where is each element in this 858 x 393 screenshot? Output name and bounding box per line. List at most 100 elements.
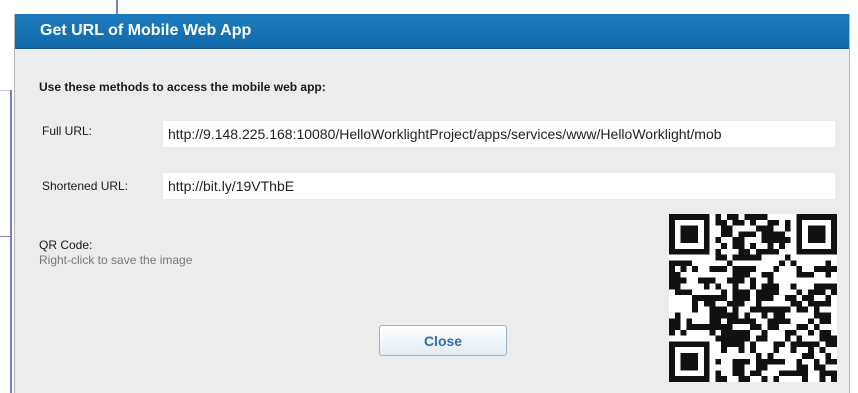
qr-module: [796, 271, 803, 278]
qr-module: [767, 306, 774, 313]
qr-module: [744, 335, 751, 342]
qr-module: [767, 318, 774, 325]
qr-module: [755, 335, 762, 342]
qr-module: [674, 341, 681, 348]
qr-module: [825, 318, 832, 325]
qr-module: [761, 376, 768, 382]
close-button[interactable]: Close: [379, 325, 507, 356]
qr-module: [703, 219, 710, 226]
qr-module: [709, 312, 716, 319]
qr-module: [802, 341, 809, 348]
qr-module: [697, 214, 704, 220]
qr-module: [831, 231, 837, 238]
qr-module: [703, 358, 710, 365]
qr-module: [767, 231, 774, 238]
qr-module: [819, 225, 826, 232]
qr-module: [703, 283, 710, 290]
qr-module: [750, 254, 756, 261]
qr-module: [790, 370, 797, 377]
qr-module: [761, 231, 768, 238]
qr-module: [669, 364, 675, 371]
qr-module: [738, 248, 745, 255]
qr-module: [808, 353, 814, 359]
qr-module: [796, 335, 803, 342]
qr-module: [680, 237, 687, 243]
qr-module: [773, 306, 780, 313]
qr-module: [825, 214, 832, 220]
qr-module: [715, 324, 722, 330]
qr-module: [773, 219, 780, 226]
qr-module: [750, 266, 756, 272]
qr-module: [744, 248, 751, 255]
qr-code-image[interactable]: [669, 214, 837, 382]
qr-module: [692, 214, 698, 220]
qr-module: [773, 231, 780, 238]
qr-module: [750, 219, 756, 226]
qr-module: [808, 237, 814, 243]
qr-module: [813, 300, 820, 307]
short-url-label: Shortened URL:: [42, 179, 129, 193]
qr-module: [813, 312, 820, 319]
qr-module: [669, 266, 675, 272]
background-window-edge: [10, 90, 12, 393]
qr-module: [813, 341, 820, 348]
qr-module: [709, 266, 716, 272]
qr-module: [767, 324, 774, 330]
qr-module: [721, 324, 727, 330]
qr-module: [767, 271, 774, 278]
qr-module: [669, 277, 675, 284]
qr-module: [738, 335, 745, 342]
qr-module: [738, 347, 745, 354]
qr-module: [790, 295, 797, 301]
qr-module: [819, 376, 826, 382]
qr-module: [796, 219, 803, 226]
qr-module: [790, 329, 797, 336]
qr-module: [686, 214, 693, 220]
qr-module: [721, 312, 727, 319]
qr-module: [686, 318, 693, 325]
qr-module: [669, 231, 675, 238]
qr-module: [761, 289, 768, 296]
qr-module: [726, 260, 733, 267]
qr-module: [721, 347, 727, 354]
qr-module: [790, 300, 797, 307]
qr-module: [773, 318, 780, 325]
qr-module: [825, 266, 832, 272]
qr-module: [761, 248, 768, 255]
qr-module: [808, 295, 814, 301]
qr-module: [680, 358, 687, 365]
qr-module: [692, 295, 698, 301]
qr-module: [819, 329, 826, 336]
short-url-field[interactable]: [163, 173, 835, 199]
qr-module: [721, 306, 727, 313]
full-url-field[interactable]: [163, 121, 835, 147]
qr-module: [721, 254, 727, 261]
qr-module: [802, 324, 809, 330]
qr-module: [669, 214, 675, 220]
qr-module: [750, 283, 756, 290]
qr-module: [773, 283, 780, 290]
qr-module: [761, 329, 768, 336]
qr-module: [703, 231, 710, 238]
qr-module: [703, 364, 710, 371]
qr-module: [686, 324, 693, 330]
qr-module: [796, 370, 803, 377]
qr-module: [784, 306, 791, 313]
qr-module: [802, 248, 809, 255]
qr-module: [808, 248, 814, 255]
qr-module: [796, 242, 803, 249]
qr-module: [674, 271, 681, 278]
qr-module: [703, 237, 710, 243]
qr-module: [796, 214, 803, 220]
qr-module: [692, 237, 698, 243]
qr-module: [773, 376, 780, 382]
qr-module: [773, 324, 780, 330]
qr-module: [773, 312, 780, 319]
background-divider: [0, 236, 10, 237]
qr-module: [813, 225, 820, 232]
qr-module: [831, 225, 837, 232]
qr-module: [808, 347, 814, 354]
qr-module: [825, 300, 832, 307]
dialog-titlebar[interactable]: Get URL of Mobile Web App: [15, 14, 849, 49]
qr-module: [790, 347, 797, 354]
